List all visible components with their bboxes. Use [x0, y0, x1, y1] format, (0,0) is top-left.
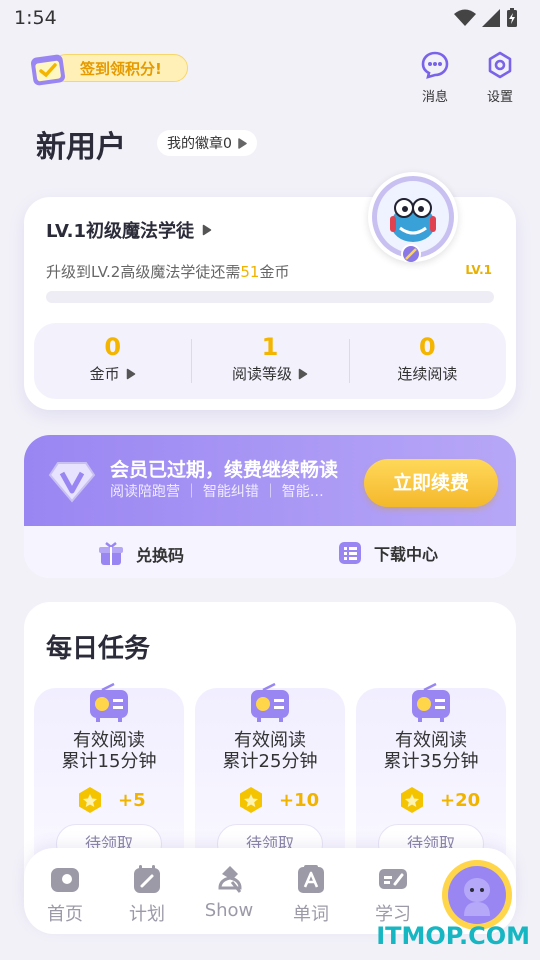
status-icons: [454, 8, 518, 28]
chevron-right-icon: [238, 137, 247, 149]
task-reward-value: +10: [279, 789, 320, 811]
tab-study[interactable]: 学习: [358, 864, 428, 926]
list-icon: [339, 542, 361, 564]
signal-icon: [482, 9, 500, 27]
monster-avatar-icon: [372, 176, 454, 264]
page-title: 新用户: [36, 130, 126, 165]
messages-label: 消息: [421, 90, 448, 105]
renew-button[interactable]: 立即续费: [364, 459, 498, 507]
task-reward: +10: [237, 786, 319, 814]
stat-label: 阅读等级: [231, 365, 292, 383]
settings-label: 设置: [486, 90, 513, 105]
upgrade-hint: 升级到LV.2高级魔法学徒还需51金币: [46, 261, 289, 282]
task-line1: 有效阅读: [395, 730, 467, 751]
task-name: 有效阅读 累计35分钟: [356, 730, 506, 772]
task-line2: 累计35分钟: [383, 751, 479, 772]
stat-coins[interactable]: 0 金币: [34, 323, 191, 399]
chevron-right-icon: [298, 368, 308, 379]
stat-streak: 0 连续阅读: [348, 323, 506, 399]
tab-label: 单词: [293, 904, 329, 925]
checkin-button[interactable]: 签到领积分!: [28, 48, 188, 86]
coin-icon: [79, 787, 101, 813]
settings-icon: [488, 51, 512, 79]
vip-title: 会员已过期，续费继续畅读: [110, 459, 339, 481]
level-title: LV.1初级魔法学徒: [46, 221, 194, 242]
coin-icon: [401, 787, 423, 813]
upgrade-suffix: 金币: [259, 263, 290, 281]
tab-show[interactable]: Show: [194, 864, 264, 921]
message-icon: [421, 51, 449, 79]
upgrade-amount: 51: [240, 263, 260, 281]
my-badges-button[interactable]: 我的徽章0: [157, 130, 257, 156]
task-reward-value: +20: [440, 789, 481, 811]
level-tag: LV.1: [465, 263, 492, 277]
radio-icon: [251, 682, 289, 722]
status-bar: 1:54: [0, 0, 540, 36]
calendar-check-icon: [30, 54, 66, 86]
word-icon: [298, 865, 324, 893]
task-line2: 累计25分钟: [222, 751, 318, 772]
tab-plan[interactable]: 计划: [112, 864, 182, 926]
badge-label: 我的徽章0: [167, 136, 232, 152]
vip-subtitle: 阅读陪跑营 ｜ 智能纠错 ｜ 智能…: [110, 484, 324, 500]
status-time: 1:54: [14, 7, 57, 29]
upgrade-prefix: 升级到LV.2高级魔法学徒还需: [46, 263, 241, 281]
avatar[interactable]: [368, 172, 458, 264]
show-icon: [218, 866, 242, 893]
stat-label-row: 阅读等级: [191, 363, 348, 384]
level-title-button[interactable]: LV.1初级魔法学徒: [46, 217, 212, 243]
study-icon: [379, 869, 407, 889]
vip-card: 会员已过期，续费继续畅读 阅读陪跑营 ｜ 智能纠错 ｜ 智能… 立即续费 兑换码…: [24, 435, 516, 578]
download-label: 下载中心: [374, 545, 439, 564]
battery-icon: [507, 8, 517, 27]
tab-label: 计划: [129, 904, 165, 925]
plan-icon: [134, 865, 160, 893]
home-icon: [51, 868, 79, 892]
task-line1: 有效阅读: [234, 730, 306, 751]
task-line2: 累计15分钟: [61, 751, 157, 772]
task-reward: +20: [398, 786, 480, 814]
chevron-right-icon: [126, 368, 135, 379]
redeem-label: 兑换码: [136, 546, 185, 565]
daily-tasks-title: 每日任务: [46, 634, 151, 664]
gift-icon: [99, 542, 123, 565]
tab-label: Show: [204, 900, 254, 921]
stats-row: 0 金币 1 阅读等级 0 连续阅读: [34, 323, 506, 399]
download-center-button[interactable]: 下载中心: [338, 541, 438, 565]
settings-button[interactable]: 设置: [477, 50, 523, 105]
messages-button[interactable]: 消息: [412, 50, 458, 105]
stat-value: 1: [261, 333, 279, 361]
profile-fab[interactable]: [442, 860, 512, 930]
tab-label: 首页: [47, 904, 83, 925]
task-reward-value: +5: [118, 789, 146, 811]
task-reward: +5: [76, 786, 146, 814]
stat-value: 0: [104, 333, 122, 361]
stat-value: 0: [418, 333, 436, 361]
task-name: 有效阅读 累计15分钟: [34, 730, 184, 772]
watermark-text: ITMOP.COM: [376, 922, 530, 950]
stat-label: 连续阅读: [397, 365, 458, 383]
coin-icon: [240, 787, 262, 813]
task-name: 有效阅读 累计25分钟: [195, 730, 345, 772]
redeem-code-button[interactable]: 兑换码: [98, 541, 184, 567]
task-line1: 有效阅读: [73, 730, 145, 751]
tab-home[interactable]: 首页: [30, 864, 100, 926]
face-icon: [464, 878, 490, 916]
diamond-v-icon: [48, 462, 96, 503]
wifi-icon: [454, 9, 476, 26]
checkin-label: 签到领积分!: [80, 60, 162, 78]
stat-label: 金币: [89, 365, 120, 383]
stat-label-row: 金币: [34, 363, 191, 384]
tab-words[interactable]: 单词: [276, 864, 346, 926]
radio-icon: [412, 682, 450, 722]
radio-icon: [90, 682, 128, 722]
chevron-right-icon: [202, 224, 212, 236]
stat-reading-level[interactable]: 1 阅读等级: [191, 323, 348, 399]
level-progress-bar: [46, 291, 494, 303]
stat-label-row: 连续阅读: [349, 363, 506, 384]
